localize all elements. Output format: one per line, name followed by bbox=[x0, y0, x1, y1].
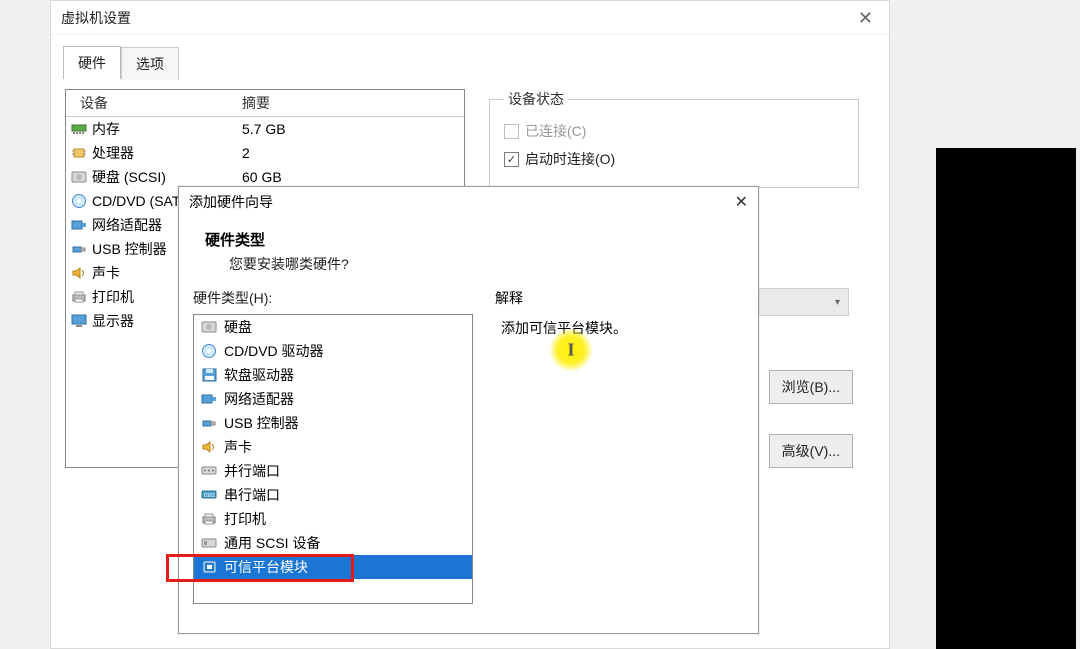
connect-at-poweron-label: 启动时连接(O) bbox=[525, 149, 615, 169]
device-summary: 60 GB bbox=[242, 169, 460, 185]
hardware-type-item[interactable]: CD/DVD 驱动器 bbox=[194, 339, 472, 363]
connect-at-poweron-checkbox-row[interactable]: ✓ 启动时连接(O) bbox=[504, 145, 844, 173]
add-hardware-wizard: 添加硬件向导 ✕ 硬件类型 您要安装哪类硬件? 硬件类型(H): 硬盘 CD/DV… bbox=[178, 186, 759, 634]
nic-icon bbox=[70, 217, 88, 233]
status-legend: 设备状态 bbox=[504, 89, 568, 109]
device-name: 处理器 bbox=[92, 143, 242, 163]
usb-icon bbox=[200, 415, 218, 431]
wizard-heading: 硬件类型 bbox=[205, 229, 758, 250]
sound-icon bbox=[200, 439, 218, 455]
hardware-type-item[interactable]: 打印机 bbox=[194, 507, 472, 531]
disk-icon bbox=[200, 319, 218, 335]
wizard-titlebar: 添加硬件向导 ✕ bbox=[179, 187, 758, 217]
hardware-type-label: 可信平台模块 bbox=[224, 557, 308, 577]
connected-checkbox-row[interactable]: 已连接(C) bbox=[504, 117, 844, 145]
vm-settings-titlebar: 虚拟机设置 ✕ bbox=[51, 1, 889, 35]
vm-settings-tabs: 硬件 选项 bbox=[51, 45, 889, 79]
device-row[interactable]: 内存5.7 GB bbox=[66, 117, 464, 141]
wizard-title: 添加硬件向导 bbox=[189, 192, 273, 212]
device-name: 硬盘 (SCSI) bbox=[92, 167, 242, 187]
tpm-icon bbox=[200, 559, 218, 575]
wizard-subheading: 您要安装哪类硬件? bbox=[205, 254, 758, 274]
hardware-type-label: 声卡 bbox=[224, 437, 252, 457]
device-row[interactable]: 处理器2 bbox=[66, 141, 464, 165]
col-device: 设备 bbox=[72, 93, 242, 113]
hardware-type-item[interactable]: 并行端口 bbox=[194, 459, 472, 483]
hardware-type-label: 网络适配器 bbox=[224, 389, 294, 409]
hardware-type-item[interactable]: 声卡 bbox=[194, 435, 472, 459]
hardware-type-label: 串行端口 bbox=[224, 485, 280, 505]
device-name: 内存 bbox=[92, 119, 242, 139]
hardware-type-item[interactable]: 硬盘 bbox=[194, 315, 472, 339]
checkbox-checked-icon: ✓ bbox=[504, 152, 519, 167]
floppy-icon bbox=[200, 367, 218, 383]
display-icon bbox=[70, 313, 88, 329]
dark-panel bbox=[936, 148, 1076, 649]
device-table-header: 设备 摘要 bbox=[66, 90, 464, 117]
explanation-label: 解释 bbox=[495, 288, 744, 308]
scsi-icon bbox=[200, 535, 218, 551]
col-summary: 摘要 bbox=[242, 93, 458, 113]
printer-icon bbox=[200, 511, 218, 527]
vm-settings-title: 虚拟机设置 bbox=[61, 1, 131, 35]
cpu-icon bbox=[70, 145, 88, 161]
device-status-fieldset: 设备状态 已连接(C) ✓ 启动时连接(O) bbox=[489, 89, 859, 188]
hardware-type-item[interactable]: 0101 串行端口 bbox=[194, 483, 472, 507]
advanced-button[interactable]: 高级(V)... bbox=[769, 434, 853, 468]
device-summary: 2 bbox=[242, 145, 460, 161]
serial-icon: 0101 bbox=[200, 487, 218, 503]
hardware-type-label: 通用 SCSI 设备 bbox=[224, 533, 320, 553]
hardware-type-item[interactable]: 可信平台模块 bbox=[194, 555, 472, 579]
nic-icon bbox=[200, 391, 218, 407]
hardware-type-label: USB 控制器 bbox=[224, 413, 299, 433]
hardware-type-item[interactable]: 软盘驱动器 bbox=[194, 363, 472, 387]
printer-icon bbox=[70, 289, 88, 305]
sound-icon bbox=[70, 265, 88, 281]
disk-icon bbox=[70, 169, 88, 185]
browse-button[interactable]: 浏览(B)... bbox=[769, 370, 853, 404]
hardware-type-label: 硬盘 bbox=[224, 317, 252, 337]
checkbox-icon bbox=[504, 124, 519, 139]
connected-label: 已连接(C) bbox=[525, 121, 586, 141]
hardware-type-item[interactable]: 网络适配器 bbox=[194, 387, 472, 411]
device-summary: 5.7 GB bbox=[242, 121, 460, 137]
hardware-type-label: 硬件类型(H): bbox=[193, 288, 473, 308]
close-icon[interactable]: ✕ bbox=[735, 192, 748, 212]
tab-hardware[interactable]: 硬件 bbox=[63, 46, 121, 79]
parallel-icon bbox=[200, 463, 218, 479]
close-icon[interactable]: ✕ bbox=[852, 1, 879, 35]
explanation-text: 添加可信平台模块。 bbox=[495, 318, 744, 338]
svg-text:0101: 0101 bbox=[204, 493, 215, 499]
memory-icon bbox=[70, 121, 88, 137]
chevron-down-icon: ▾ bbox=[835, 297, 840, 308]
cd-icon bbox=[70, 193, 88, 209]
hardware-type-label: 并行端口 bbox=[224, 461, 280, 481]
cd-icon bbox=[200, 343, 218, 359]
hardware-type-list[interactable]: 硬盘 CD/DVD 驱动器软盘驱动器网络适配器 USB 控制器声卡并行端口 0101 串… bbox=[193, 314, 473, 604]
hardware-type-label: 软盘驱动器 bbox=[224, 365, 294, 385]
hardware-type-label: CD/DVD 驱动器 bbox=[224, 341, 324, 361]
wizard-header: 硬件类型 您要安装哪类硬件? bbox=[179, 219, 758, 288]
hardware-type-label: 打印机 bbox=[224, 509, 266, 529]
tab-options[interactable]: 选项 bbox=[121, 47, 179, 80]
hardware-type-item[interactable]: 通用 SCSI 设备 bbox=[194, 531, 472, 555]
usb-icon bbox=[70, 241, 88, 257]
hardware-type-item[interactable]: USB 控制器 bbox=[194, 411, 472, 435]
